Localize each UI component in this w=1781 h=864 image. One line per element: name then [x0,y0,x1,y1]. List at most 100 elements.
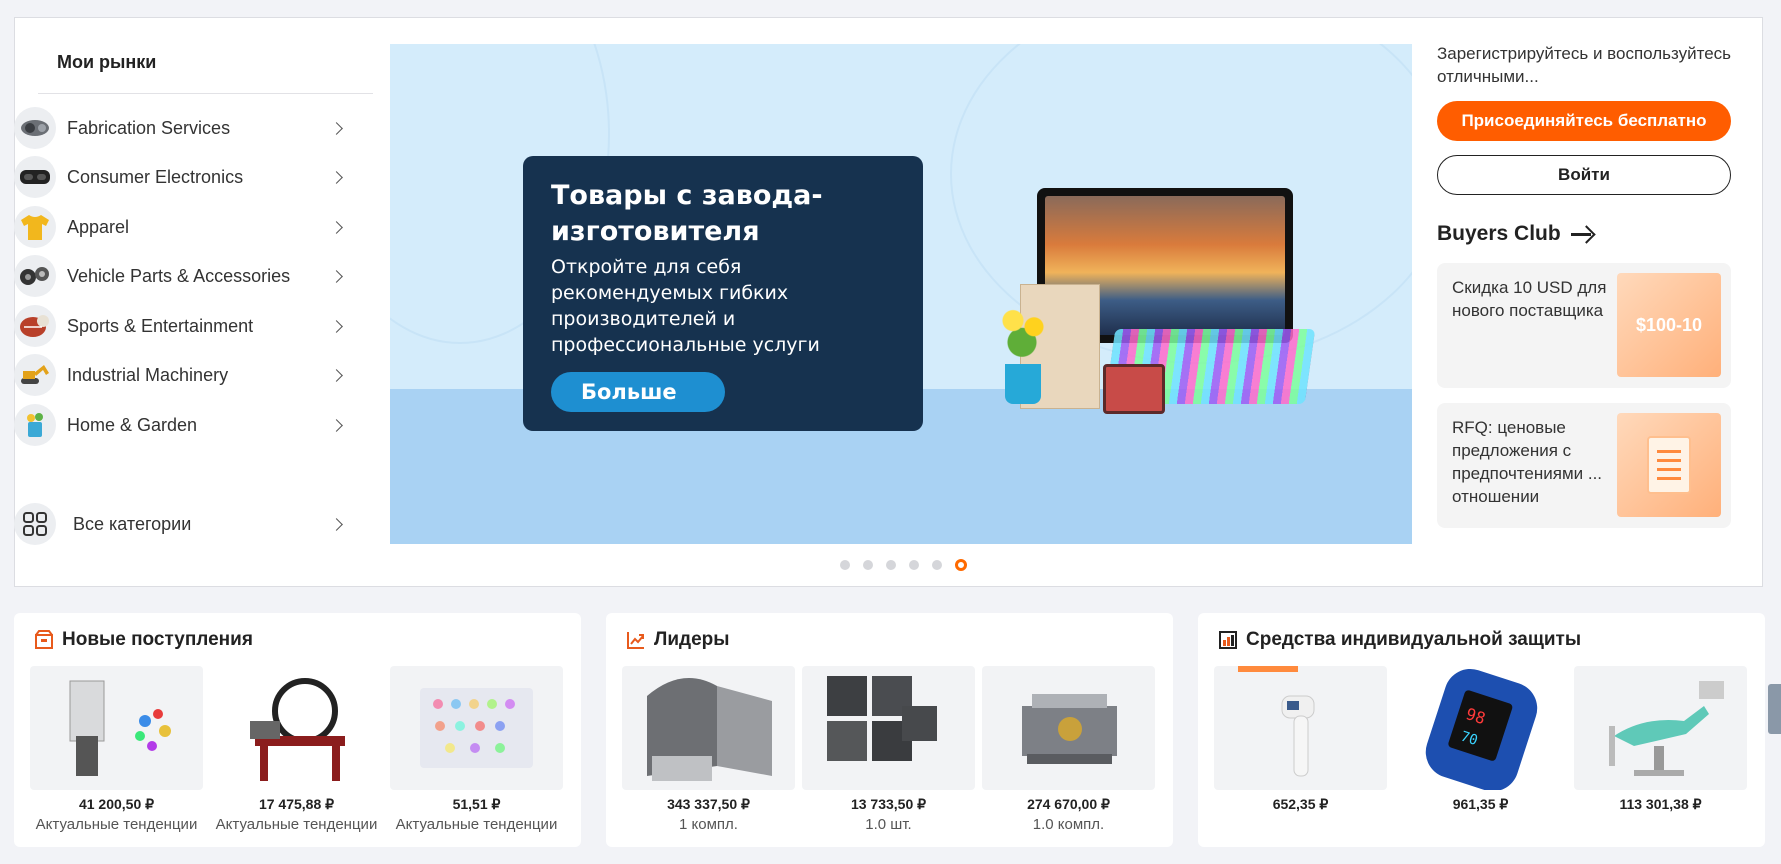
makeup-palette-image [1103,364,1165,414]
product-tag: Актуальные тенденции [215,816,378,833]
product-image [210,666,383,790]
carousel-dot[interactable] [840,560,850,570]
sidebar-item-label: Все категории [73,513,192,534]
product-price: 652,35 ₽ [1272,796,1329,812]
product-image [622,666,795,790]
divider [38,93,373,94]
sidebar-item-consumer-electronics[interactable]: Consumer Electronics [14,154,349,200]
buyers-club-label: Buyers Club [1437,222,1561,245]
perk-text: Скидка 10 USD для нового поставщика [1452,278,1607,320]
section-header[interactable]: Лидеры [626,629,729,651]
building-chart-icon [1218,630,1238,650]
join-free-button[interactable]: Присоединяйтесь бесплатно [1437,101,1731,141]
product-image: 98 70 [1394,666,1567,790]
section-header[interactable]: Новые поступления [34,629,253,651]
product-image [390,666,563,790]
sidebar-item-label: Home & Garden [67,414,198,435]
product-tag: Актуальные тенденции [395,816,558,833]
sidebar-item-label: Sports & Entertainment [67,315,254,336]
sidebar-item-label: Industrial Machinery [67,364,229,385]
excavator-icon [14,354,56,396]
product-card[interactable]: 98 70 961,35 ₽ [1394,666,1567,813]
carousel-dot-active[interactable] [955,559,967,571]
grid-icon [14,503,56,545]
product-tag: 1 компл. [679,816,738,833]
product-price: 343 337,50 ₽ [667,796,750,812]
product-card[interactable]: 17 475,88 ₽ Актуальные тенденции [210,666,383,833]
rfq-document-icon [1617,413,1721,517]
account-panel: Зарегистрируйтесь и воспользуйтесь отлич… [1437,42,1733,528]
section-leaders: Лидеры 343 337,50 ₽ 1 компл. 13 733,50 ₽… [606,613,1173,847]
product-image [982,666,1155,790]
sidebar-item-sports-entertainment[interactable]: Sports & Entertainment [14,303,349,349]
product-image [30,666,203,790]
carousel-dot[interactable] [886,560,896,570]
product-price: 961,35 ₽ [1452,796,1509,812]
chevron-right-icon [330,269,343,283]
product-card[interactable]: 113 301,38 ₽ [1574,666,1747,813]
chevron-right-icon [330,319,343,333]
carousel-dot[interactable] [863,560,873,570]
sidebar-item-label: Fabrication Services [67,117,231,138]
carousel-dots [840,559,967,571]
coupon-badge: $100-10 [1635,314,1703,335]
product-image [1214,666,1387,790]
garden-icon [14,404,56,446]
arrow-right-icon [1570,225,1595,243]
section-new-arrivals: Новые поступления 41 200,50 ₽ Актуальные… [14,613,581,847]
product-tag: Актуальные тенденции [35,816,198,833]
sidebar-item-fabrication-services[interactable]: Fabrication Services [14,105,349,151]
coupon-icon: $100-10 [1617,273,1721,377]
product-image [1574,666,1747,790]
login-button[interactable]: Войти [1437,155,1731,195]
sidebar-item-all-categories[interactable]: Все категории [14,501,349,547]
product-tag: 1.0 шт. [865,816,912,833]
sidebar-item-home-garden[interactable]: Home & Garden [14,402,349,448]
banner-promo-box: Товары с завода-изготовителя Откройте дл… [523,156,923,431]
perk-card-rfq[interactable]: RFQ: ценовые предложения с предпочтениям… [1437,403,1731,528]
carousel-dot[interactable] [932,560,942,570]
product-price: 51,51 ₽ [452,796,501,812]
carousel-dot[interactable] [909,560,919,570]
vr-headset-icon [14,156,56,198]
product-card[interactable]: 652,35 ₽ [1214,666,1387,813]
sidebar-item-label: Vehicle Parts & Accessories [67,265,291,286]
product-card[interactable]: 13 733,50 ₽ 1.0 шт. [802,666,975,833]
hero-banner[interactable]: Товары с завода-изготовителя Откройте дл… [390,44,1412,544]
sidebar-item-vehicle-parts[interactable]: Vehicle Parts & Accessories [14,253,349,299]
box-icon [34,630,54,650]
banner-title: Товары с завода-изготовителя [551,180,823,247]
chevron-right-icon [330,220,343,234]
sports-ball-icon [14,305,56,347]
section-header[interactable]: Средства индивидуальной защиты [1218,629,1581,651]
section-ppe: Средства индивидуальной защиты 652,35 ₽ … [1198,613,1765,847]
markets-sidebar: Мои рынки [26,22,373,94]
flower-pot-image [1005,364,1041,404]
product-card[interactable]: 51,51 ₽ Актуальные тенденции [390,666,563,833]
trend-up-icon [626,630,646,650]
sidebar-item-label: Consumer Electronics [67,166,244,187]
gear-parts-icon [14,107,56,149]
product-price: 41 200,50 ₽ [78,796,155,812]
perk-text: RFQ: ценовые предложения с предпочтениям… [1452,418,1603,506]
sidebar-item-industrial-machinery[interactable]: Industrial Machinery [14,352,349,398]
chevron-right-icon [330,517,343,531]
plant-image [995,302,1055,364]
sidebar-item-label: Apparel [67,216,130,237]
product-image [802,666,975,790]
car-parts-icon [14,255,56,297]
sidebar-item-apparel[interactable]: Apparel [14,204,349,250]
buyers-club-link[interactable]: Buyers Club [1437,222,1733,246]
side-feedback-tab[interactable] [1768,684,1781,734]
banner-more-button[interactable]: Больше [551,372,725,412]
product-card[interactable]: 343 337,50 ₽ 1 компл. [622,666,795,833]
sidebar-title: Мои рынки [57,52,157,72]
product-price: 13 733,50 ₽ [850,796,927,812]
perk-card-discount[interactable]: Скидка 10 USD для нового поставщика $100… [1437,263,1731,388]
chevron-right-icon [330,121,343,135]
chevron-right-icon [330,170,343,184]
product-tag: 1.0 компл. [1032,816,1105,833]
product-card[interactable]: 41 200,50 ₽ Актуальные тенденции [30,666,203,833]
product-card[interactable]: 274 670,00 ₽ 1.0 компл. [982,666,1155,833]
product-price: 274 670,00 ₽ [1027,796,1110,812]
